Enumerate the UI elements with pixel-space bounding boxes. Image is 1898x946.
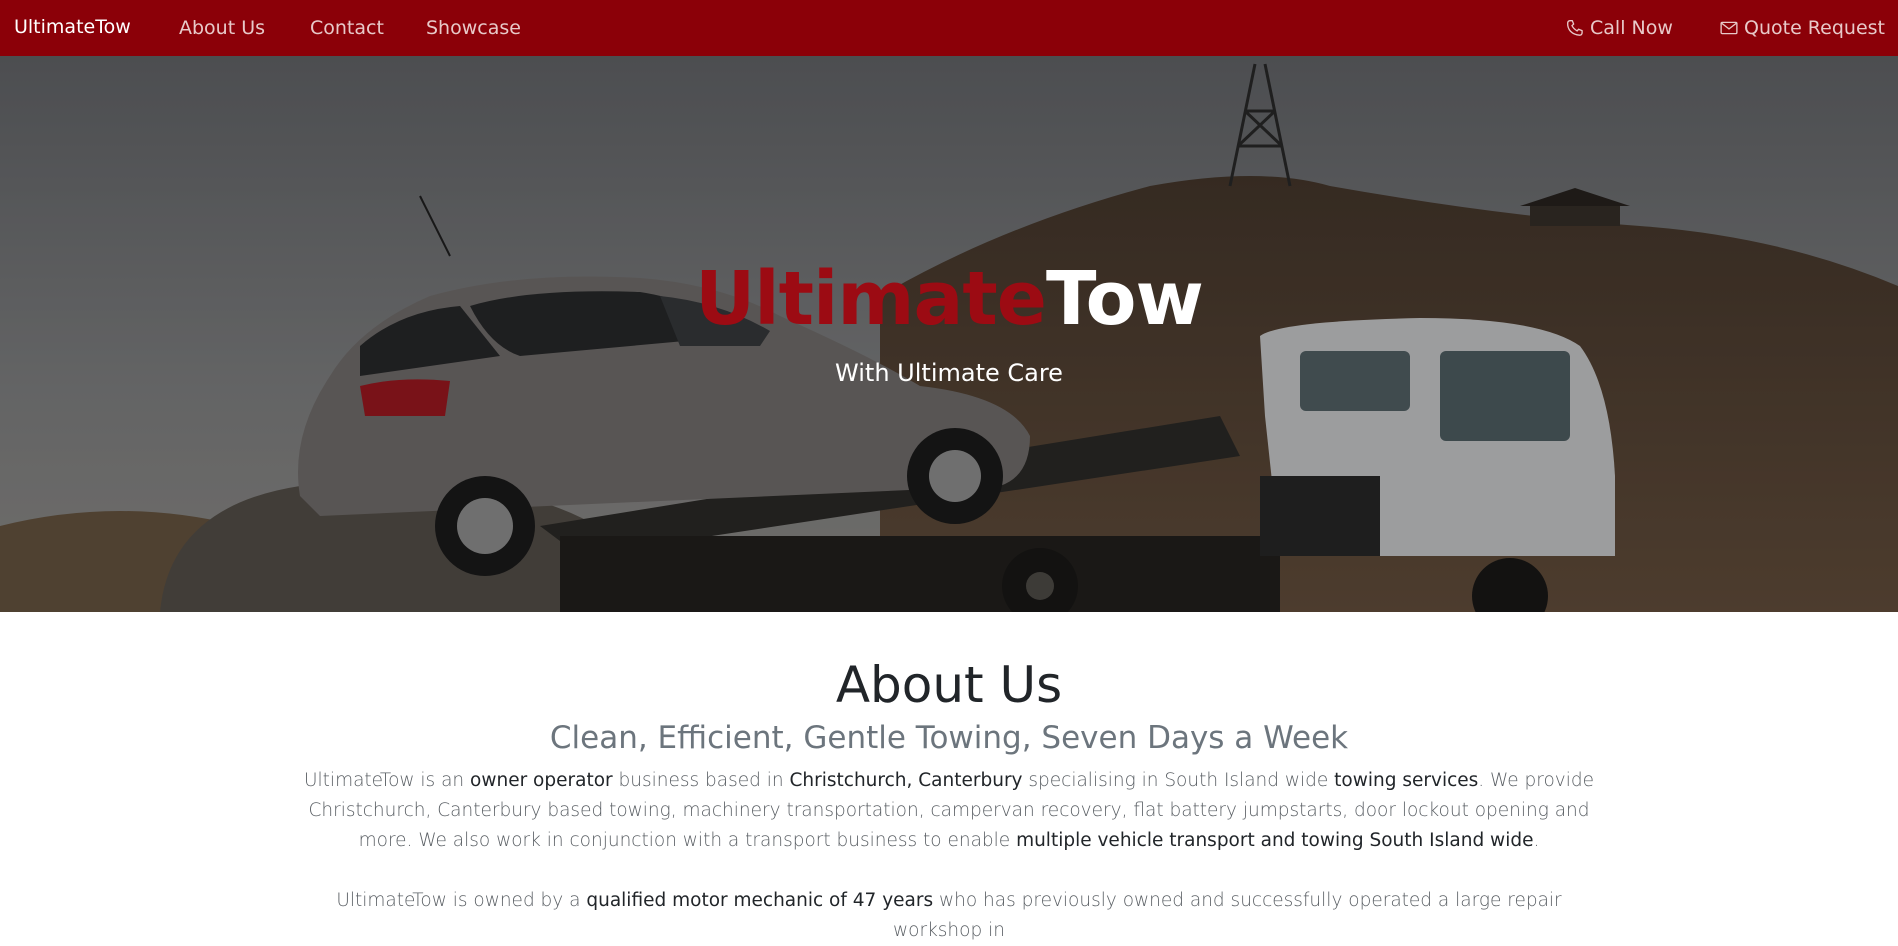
p2-text: UltimateTow is owned by a	[336, 890, 587, 911]
about-heading: About Us	[835, 656, 1063, 714]
quote-request-label: Quote Request	[1744, 17, 1885, 39]
hero-banner: UltimateTow With Ultimate Care	[0, 56, 1898, 612]
p1-highlight: multiple vehicle transport and towing So…	[1016, 830, 1534, 851]
p1-highlight: towing services	[1334, 770, 1479, 791]
quote-request-link[interactable]: Quote Request	[1720, 17, 1885, 39]
p1-text: UltimateTow is an	[304, 770, 471, 791]
p1-highlight: Christchurch, Canterbury	[789, 770, 1023, 791]
nav-link-about-us[interactable]: About Us	[179, 17, 265, 39]
nav-link-showcase[interactable]: Showcase	[426, 17, 521, 39]
envelope-icon	[1720, 21, 1738, 35]
phone-icon	[1567, 20, 1583, 36]
about-paragraph-1: UltimateTow is an owner operator busines…	[290, 766, 1608, 856]
p1-highlight: owner operator	[470, 770, 613, 791]
p2-highlight: qualified motor mechanic of 47 years	[586, 890, 934, 911]
call-now-link[interactable]: Call Now	[1566, 17, 1673, 39]
p2-text: who has previously owned and successfull…	[893, 890, 1562, 941]
call-now-label: Call Now	[1590, 17, 1673, 39]
nav-link-contact[interactable]: Contact	[310, 17, 384, 39]
p1-text: business based in	[612, 770, 790, 791]
navbar: UltimateTow About Us Contact Showcase Ca…	[0, 0, 1898, 56]
brand-link[interactable]: UltimateTow	[14, 16, 131, 38]
hero-subtitle: With Ultimate Care	[835, 359, 1063, 387]
hero-title: UltimateTow	[0, 262, 1898, 336]
about-subheading: Clean, Efficient, Gentle Towing, Seven D…	[549, 720, 1349, 756]
about-paragraph-2: UltimateTow is owned by a qualified moto…	[290, 886, 1608, 946]
hero-title-ultimate: Ultimate	[695, 256, 1047, 342]
hero-title-tow: Tow	[1045, 256, 1204, 342]
p1-text: specialising in South Island wide	[1022, 770, 1335, 791]
p1-text: .	[1533, 830, 1540, 851]
